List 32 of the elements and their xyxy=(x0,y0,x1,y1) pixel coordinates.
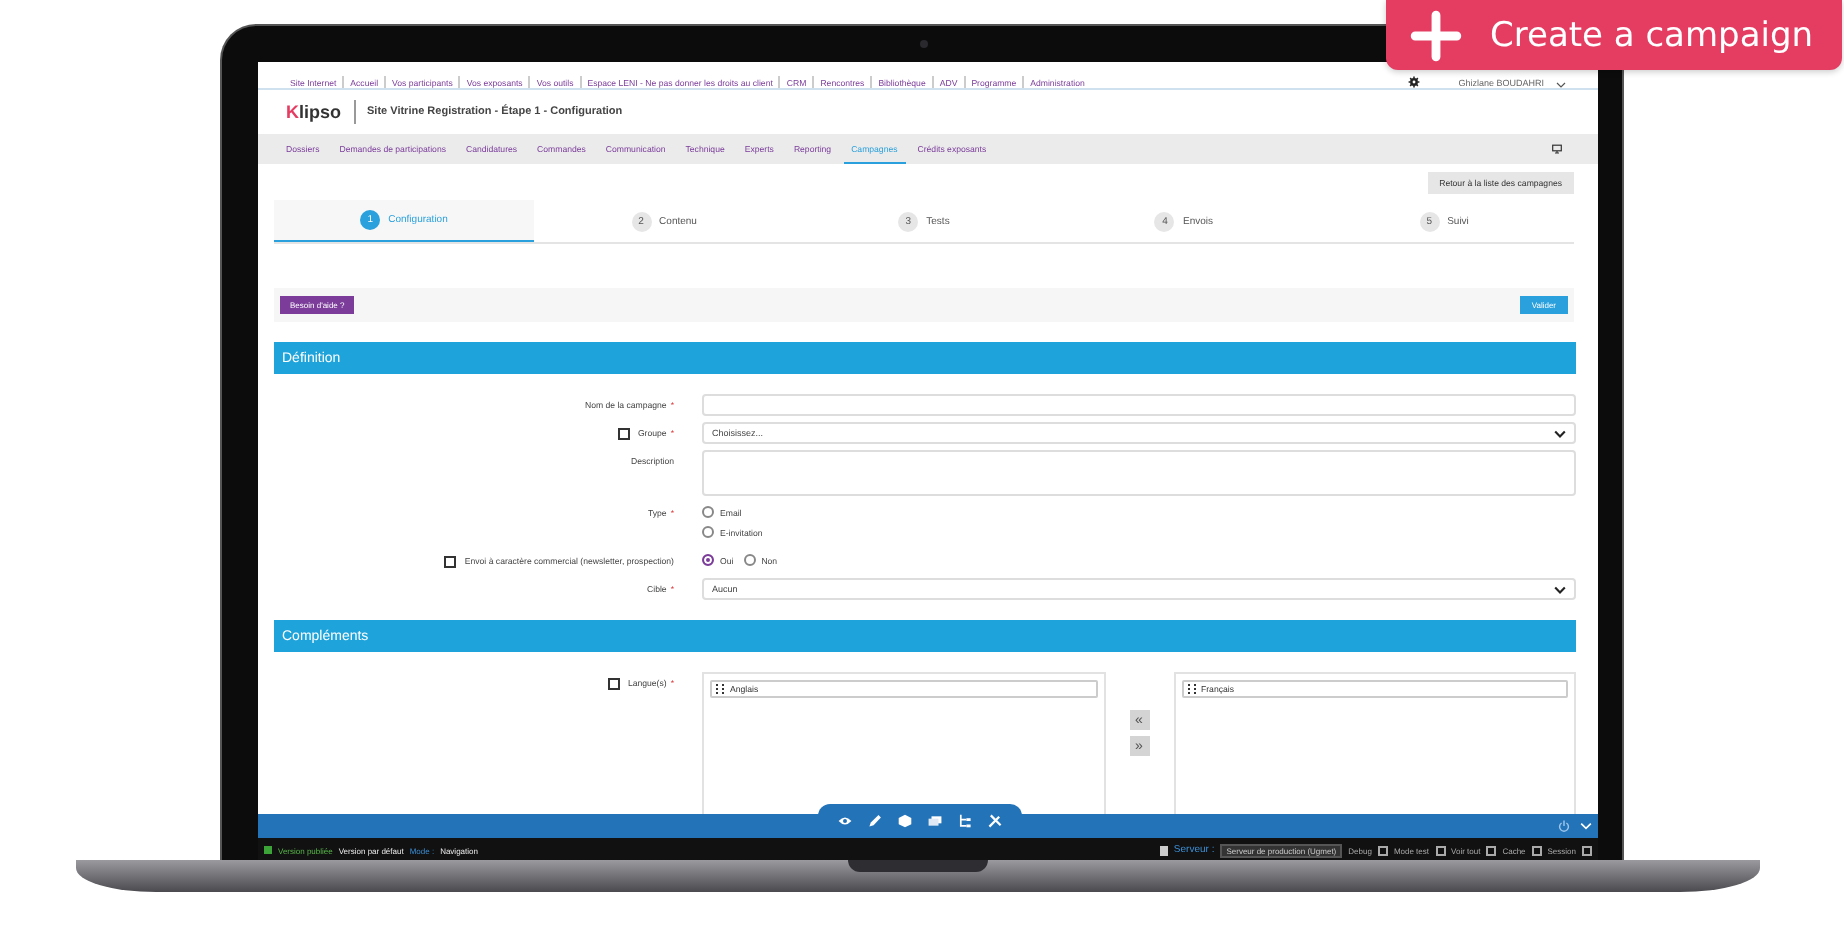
hierarchy-icon[interactable] xyxy=(958,814,972,828)
radio-button[interactable] xyxy=(743,554,756,566)
info-icon[interactable] xyxy=(444,556,457,568)
status-icon xyxy=(264,846,272,854)
server-icon xyxy=(1159,845,1168,855)
info-icon[interactable] xyxy=(607,678,620,690)
pencil-icon[interactable] xyxy=(868,814,882,828)
logo: Klipso xyxy=(286,102,342,122)
chevron-down-icon[interactable] xyxy=(1554,585,1566,593)
camera-icon xyxy=(920,40,928,48)
eye-icon[interactable] xyxy=(838,814,852,828)
input-field[interactable] xyxy=(702,394,1576,416)
checkbox[interactable] xyxy=(1582,845,1592,855)
tools-icon[interactable] xyxy=(988,814,1002,828)
layers-icon[interactable] xyxy=(928,814,942,828)
settings-icon[interactable] xyxy=(1408,76,1421,88)
checkbox[interactable] xyxy=(1531,845,1542,855)
checkbox[interactable] xyxy=(1377,845,1388,855)
chevron-down-icon[interactable] xyxy=(1556,82,1566,88)
plus-icon xyxy=(1410,9,1462,61)
monitor-icon[interactable] xyxy=(1552,144,1562,154)
checkbox[interactable] xyxy=(1486,845,1497,855)
checkbox[interactable] xyxy=(1435,845,1446,855)
radio-button[interactable] xyxy=(702,506,714,518)
create-campaign-button[interactable]: Create a campaign xyxy=(1386,0,1842,70)
radio-button[interactable] xyxy=(702,526,714,538)
chevron-down-icon[interactable] xyxy=(1554,429,1566,437)
info-icon[interactable] xyxy=(617,428,630,440)
cube-icon[interactable] xyxy=(898,814,912,828)
radio-button[interactable] xyxy=(702,554,714,566)
power-icon[interactable] xyxy=(1558,820,1570,832)
textarea-field[interactable] xyxy=(702,450,1576,496)
